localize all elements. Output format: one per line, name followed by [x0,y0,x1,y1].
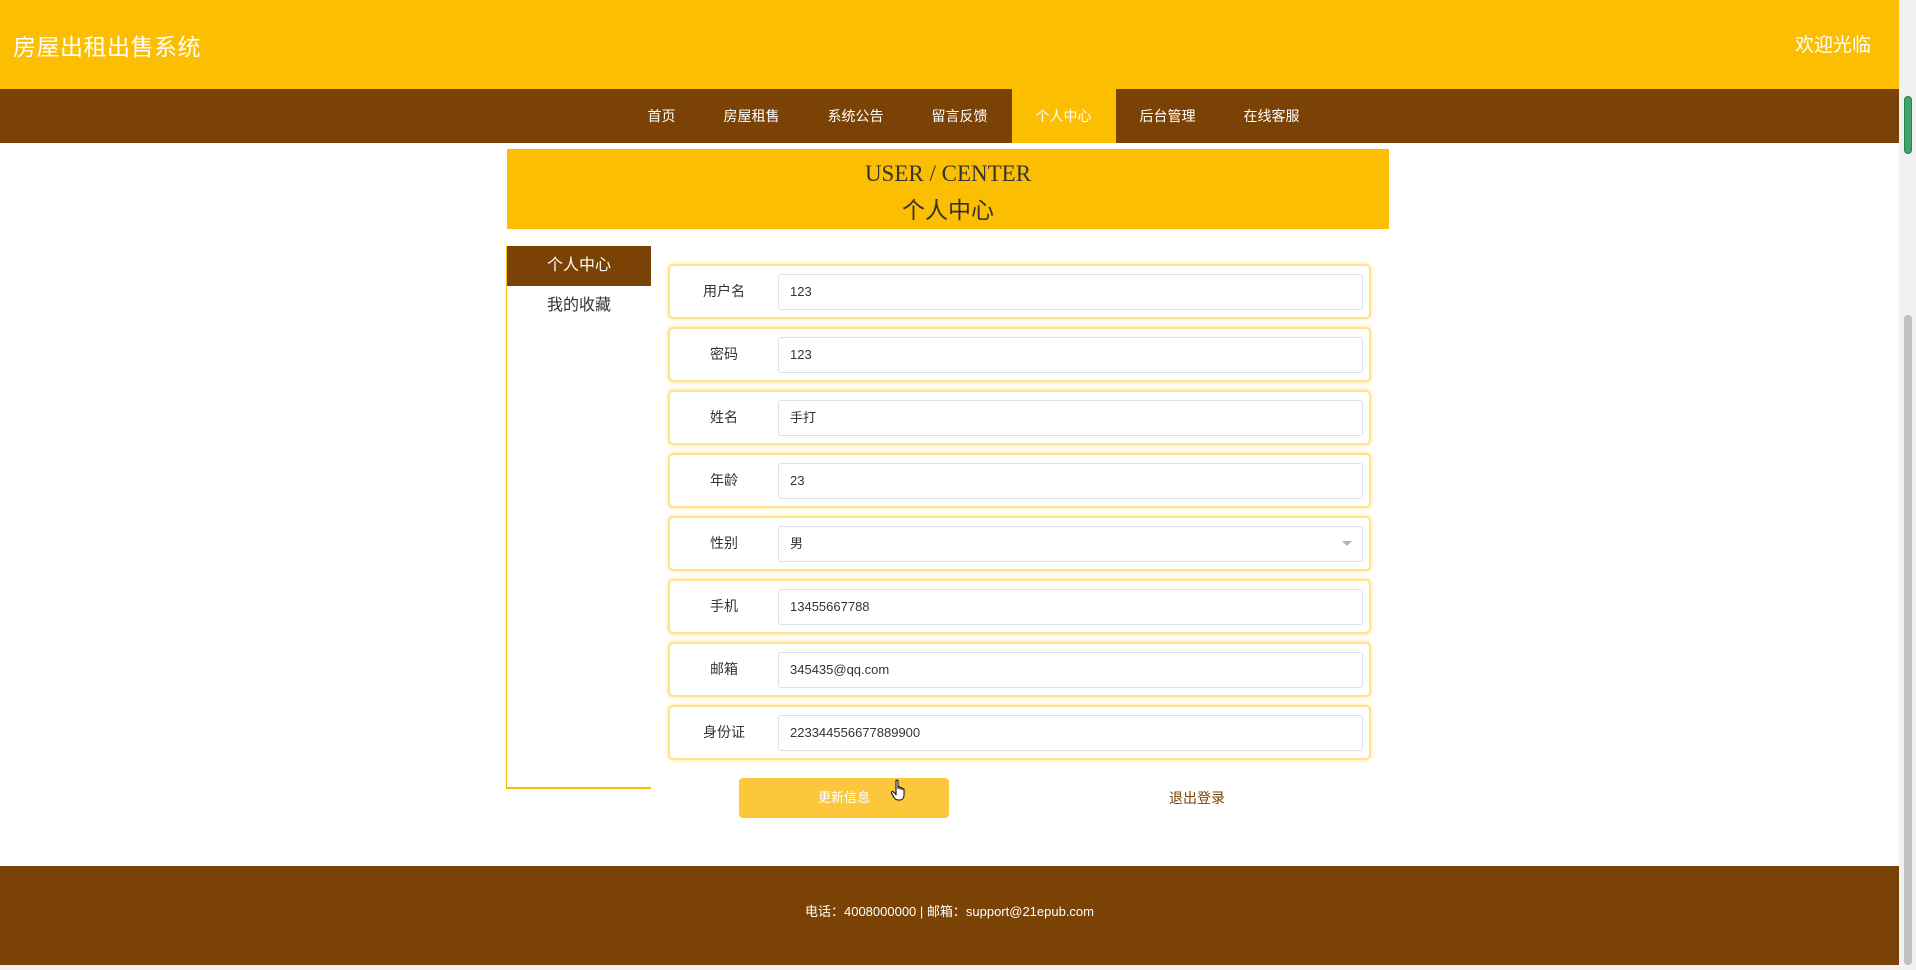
form-row-password: 密码 123 [668,327,1371,382]
email-input[interactable]: 345435@qq.com [778,652,1363,688]
welcome-text: 欢迎光临 [1794,35,1871,56]
form-row-name: 姓名 手打 [668,390,1371,445]
footer-contact: 电话：4008000000 | 邮箱：support@21epub.com [804,904,1094,919]
phone-input[interactable]: 13455667788 [778,589,1363,625]
form-row-username: 用户名 123 [668,264,1371,319]
page-scrollbar[interactable] [1899,0,1916,970]
username-input[interactable]: 123 [778,274,1363,310]
footer: 电话：4008000000 | 邮箱：support@21epub.com [0,866,1899,970]
nav-item-announcements[interactable]: 系统公告 [804,89,908,143]
password-label: 密码 [710,346,738,362]
form-row-phone: 手机 13455667788 [668,579,1371,634]
scrollbar-indicator [1904,96,1912,154]
page-banner: USER / CENTER 个人中心 [507,149,1389,229]
gender-select-value: 男 [790,536,804,551]
id-card-label: 身份证 [703,724,745,740]
scrollbar-thumb[interactable] [1904,315,1912,965]
age-input[interactable]: 23 [778,463,1363,499]
form-row-id-card: 身份证 223344556677889900 [668,705,1371,760]
sidebar: 个人中心 我的收藏 [506,246,651,789]
email-label: 邮箱 [710,661,738,677]
form-row-age: 年龄 23 [668,453,1371,508]
id-card-input[interactable]: 223344556677889900 [778,715,1363,751]
username-label: 用户名 [703,283,745,299]
form-row-email: 邮箱 345435@qq.com [668,642,1371,697]
profile-form: 用户名 123 密码 123 姓名 手打 年龄 23 性别 男 手机 13455… [668,264,1371,768]
password-input[interactable]: 123 [778,337,1363,373]
header: 房屋出租出售系统 欢迎光临 [0,0,1899,89]
name-label: 姓名 [710,409,738,425]
nav-item-house-rent-sale[interactable]: 房屋租售 [700,89,804,143]
banner-title-en: USER / CENTER [864,161,1032,186]
gender-label: 性别 [710,535,738,551]
age-label: 年龄 [710,472,738,488]
nav-item-feedback[interactable]: 留言反馈 [908,89,1012,143]
sidebar-item-favorites[interactable]: 我的收藏 [507,286,651,326]
hand-cursor-icon [890,779,905,801]
nav-item-home[interactable]: 首页 [624,89,700,143]
form-row-gender: 性别 男 [668,516,1371,571]
phone-label: 手机 [710,598,738,614]
update-info-button[interactable]: 更新信息 [739,778,949,818]
banner-title-cn: 个人中心 [902,198,994,223]
nav-item-user-center[interactable]: 个人中心 [1011,89,1116,143]
name-input[interactable]: 手打 [778,400,1363,436]
nav-item-admin[interactable]: 后台管理 [1116,89,1220,143]
gender-select[interactable]: 男 [778,526,1363,562]
sidebar-item-user-center[interactable]: 个人中心 [507,246,651,286]
nav-item-online-service[interactable]: 在线客服 [1220,89,1324,143]
site-title[interactable]: 房屋出租出售系统 [13,28,201,62]
page: 房屋出租出售系统 欢迎光临 首页 房屋租售 系统公告 留言反馈 个人中心 后台管… [0,0,1899,970]
logout-link[interactable]: 退出登录 [1169,788,1225,808]
footer-strip [0,965,1899,970]
chevron-down-icon [1342,541,1352,546]
main-nav: 首页 房屋租售 系统公告 留言反馈 个人中心 后台管理 在线客服 [0,89,1899,143]
